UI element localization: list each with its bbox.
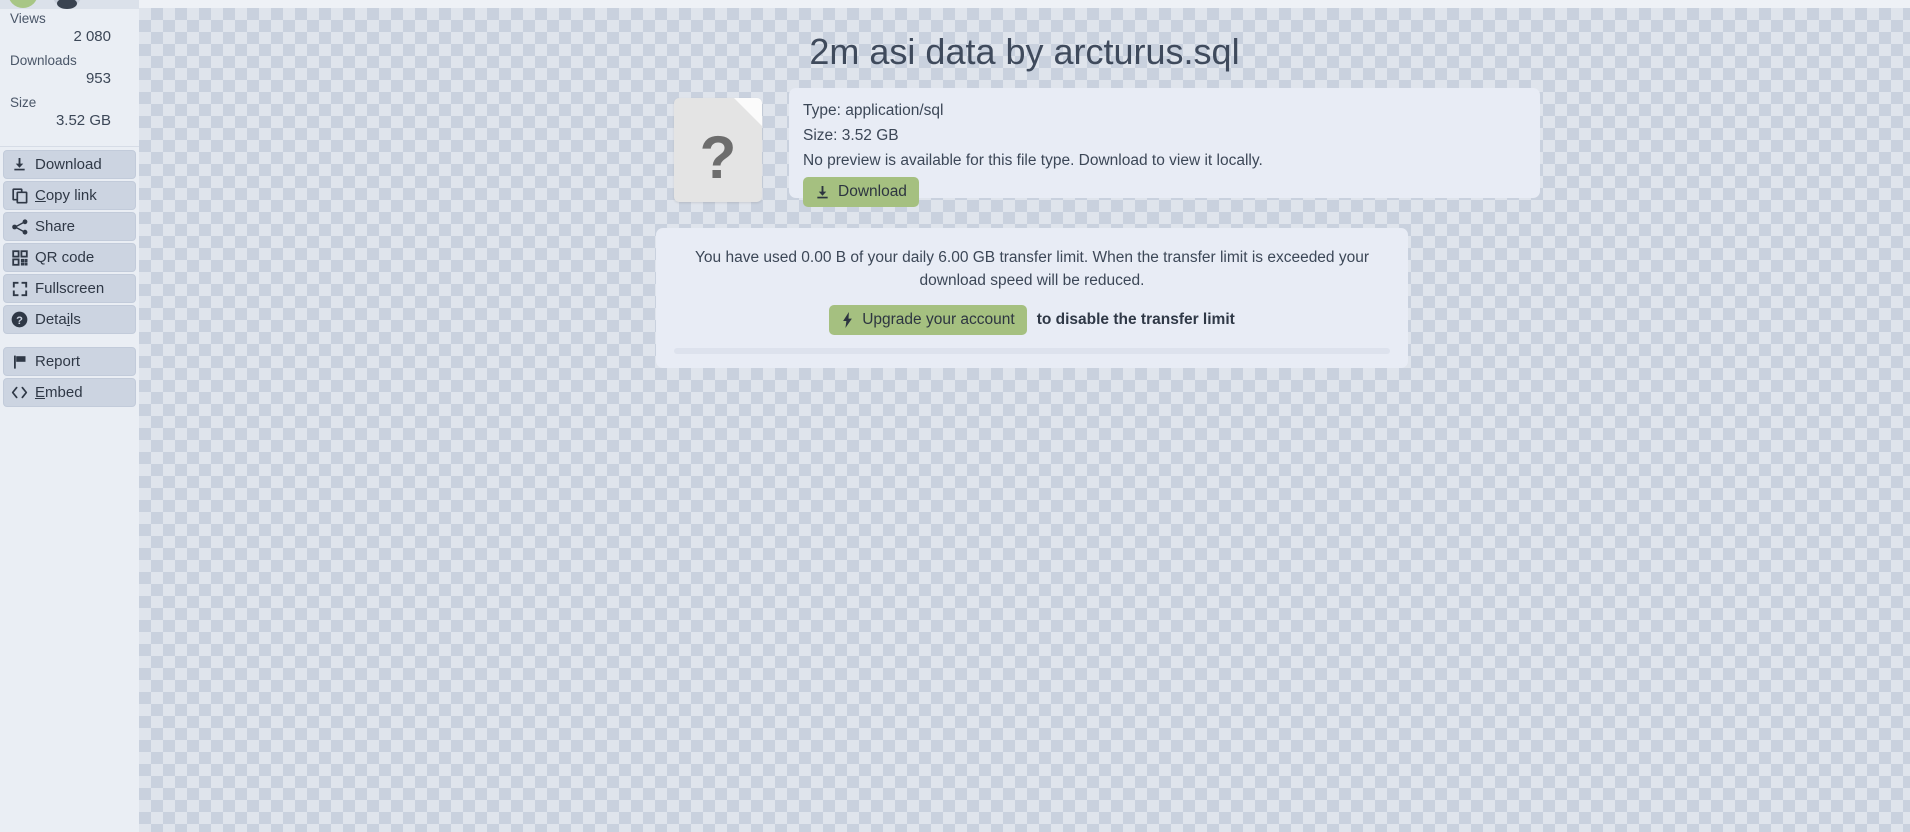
stat-downloads-value: 953 <box>85 70 111 87</box>
stat-views-label: Views <box>10 11 46 26</box>
file-info-card: Type: application/sql Size: 3.52 GB No p… <box>789 88 1540 207</box>
file-preview-line: No preview is available for this file ty… <box>803 152 1263 169</box>
qr-code-icon <box>11 249 28 266</box>
stat-downloads-label: Downloads <box>10 53 77 68</box>
file-page-shape: ? <box>674 98 762 202</box>
sidebar-item-fullscreen-label: Fullscreen <box>35 280 105 297</box>
svg-text:?: ? <box>16 315 23 327</box>
page-title: 2m asi data by arcturus.sql <box>809 31 1240 72</box>
sidebar-item-share[interactable]: Share <box>3 212 136 241</box>
file-stats: Views 2 080 Downloads 953 Size 3.52 GB <box>0 0 139 142</box>
download-button[interactable]: Download <box>803 177 919 207</box>
sidebar-item-report[interactable]: Report <box>3 347 136 376</box>
upgrade-account-button[interactable]: Upgrade your account <box>829 305 1027 335</box>
download-icon <box>815 185 830 200</box>
sidebar-item-download-label: Download <box>35 156 102 173</box>
top-floating-buttons <box>0 0 139 9</box>
transfer-limit-card: You have used 0.00 B of your daily 6.00 … <box>656 228 1408 368</box>
sidebar-item-share-label: Share <box>35 218 76 235</box>
download-icon <box>11 156 28 173</box>
transfer-limit-message: You have used 0.00 B of your daily 6.00 … <box>694 249 1370 289</box>
stat-downloads: Downloads 953 <box>0 52 139 88</box>
upgrade-row: Upgrade your account to disable the tran… <box>692 305 1372 335</box>
stat-size: Size 3.52 GB <box>0 94 139 130</box>
sidebar-item-qr-code-label: QR code <box>35 249 95 266</box>
sidebar-item-copy-link-label: Copy link <box>35 187 97 204</box>
top-green-circle-button[interactable] <box>8 0 38 8</box>
fullscreen-icon <box>11 280 28 297</box>
sidebar-primary-actions: Download Copy link Share QR code Fullscr… <box>0 150 139 334</box>
sidebar-divider-top <box>0 146 139 147</box>
code-brackets-icon <box>11 384 28 401</box>
sidebar: Views 2 080 Downloads 953 Size 3.52 GB D… <box>0 0 139 832</box>
sidebar-item-copy-link[interactable]: Copy link <box>3 181 136 210</box>
sidebar-item-details[interactable]: ? Details <box>3 305 136 334</box>
top-avatar-circle-button[interactable] <box>52 0 82 9</box>
lightning-bolt-icon <box>841 312 854 328</box>
sidebar-item-embed[interactable]: Embed <box>3 378 136 407</box>
sidebar-item-fullscreen[interactable]: Fullscreen <box>3 274 136 303</box>
question-circle-icon: ? <box>11 311 28 328</box>
file-type-line: Type: application/sql <box>803 102 944 119</box>
stat-views: Views 2 080 <box>0 10 139 46</box>
file-fold-corner <box>734 98 762 126</box>
flag-icon <box>11 353 28 370</box>
stat-size-label: Size <box>10 95 37 110</box>
sidebar-item-embed-label: Embed <box>35 384 83 401</box>
transfer-usage-bar <box>674 348 1390 354</box>
sidebar-item-details-label: Details <box>35 311 81 328</box>
share-icon <box>11 218 28 235</box>
stat-views-value: 2 080 <box>73 28 111 45</box>
sidebar-item-report-label: Report <box>35 353 81 370</box>
upgrade-note: to disable the transfer limit <box>1036 311 1235 328</box>
sidebar-secondary-actions: Report Embed <box>0 347 139 407</box>
copy-icon <box>11 187 28 204</box>
stat-size-value: 3.52 GB <box>55 112 111 129</box>
sidebar-item-qr-code[interactable]: QR code <box>3 243 136 272</box>
app-root: Views 2 080 Downloads 953 Size 3.52 GB D… <box>0 0 1910 832</box>
file-question-glyph: ? <box>699 124 737 191</box>
file-size-line: Size: 3.52 GB <box>803 127 899 144</box>
file-meta: Type: application/sql Size: 3.52 GB No p… <box>789 88 1263 207</box>
download-button-label: Download <box>838 183 907 200</box>
sidebar-item-download[interactable]: Download <box>3 150 136 179</box>
upgrade-account-label: Upgrade your account <box>862 311 1015 328</box>
unknown-file-icon: ? <box>674 98 764 203</box>
